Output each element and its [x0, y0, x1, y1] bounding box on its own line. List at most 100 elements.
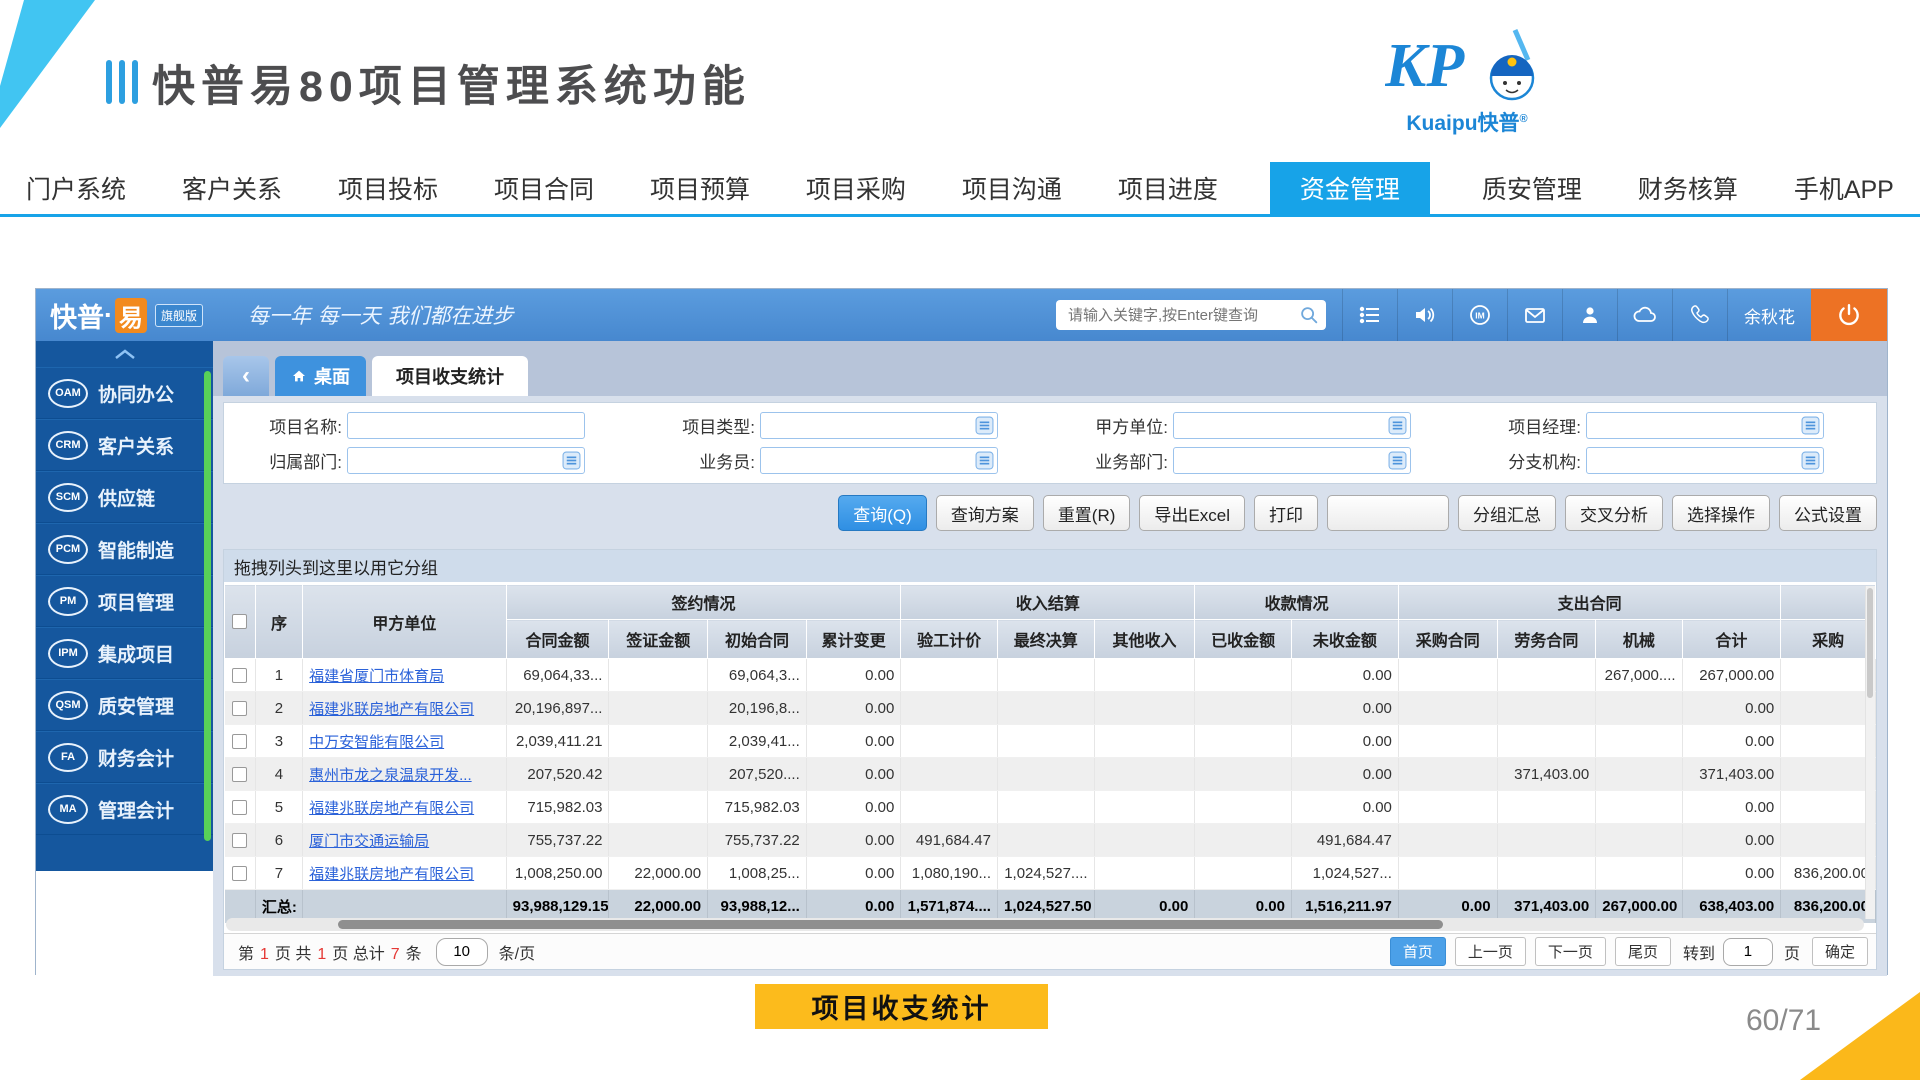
vertical-scrollbar[interactable] [1865, 586, 1875, 919]
column-header[interactable]: 初始合同 [708, 620, 807, 659]
column-group-header[interactable]: 收款情况 [1195, 585, 1399, 620]
toolbar-button[interactable] [1327, 495, 1449, 531]
filter-input[interactable] [347, 412, 585, 439]
filter-input[interactable] [1586, 447, 1824, 474]
toolbar-button[interactable]: 导出Excel [1139, 495, 1245, 531]
nav-tab[interactable]: 项目进度 [1114, 162, 1222, 214]
goto-page-input[interactable] [1723, 938, 1773, 966]
username[interactable]: 余秋花 [1727, 289, 1811, 341]
column-header[interactable]: 累计变更 [806, 620, 901, 659]
nav-tab[interactable]: 项目投标 [334, 162, 442, 214]
column-header[interactable]: 合计 [1682, 620, 1781, 659]
column-header[interactable]: 序 [255, 585, 302, 659]
toolbar-button[interactable]: 公式设置 [1779, 495, 1877, 531]
nav-tab[interactable]: 项目采购 [802, 162, 910, 214]
column-header[interactable]: 签证金额 [609, 620, 708, 659]
column-header[interactable]: 合同金额 [506, 620, 609, 659]
horizontal-scrollbar-thumb[interactable] [338, 920, 1443, 929]
sidebar-collapse-icon[interactable] [36, 341, 213, 367]
column-group-header[interactable]: 签约情况 [506, 585, 901, 620]
row-checkbox[interactable] [232, 668, 247, 683]
mail-icon[interactable] [1507, 289, 1562, 341]
pager-button[interactable]: 下一页 [1535, 937, 1606, 966]
row-checkbox[interactable] [232, 800, 247, 815]
column-header[interactable]: 采购 [1781, 620, 1876, 659]
filter-input[interactable] [1586, 412, 1824, 439]
lookup-icon[interactable] [975, 416, 994, 435]
column-header[interactable]: 采购合同 [1398, 620, 1497, 659]
company-link[interactable]: 福建省厦门市体育局 [309, 668, 444, 685]
sidebar-item[interactable]: IPM集成项目 [36, 627, 213, 679]
column-header[interactable]: 未收金额 [1291, 620, 1398, 659]
toolbar-button[interactable]: 重置(R) [1043, 495, 1131, 531]
lookup-icon[interactable] [1388, 451, 1407, 470]
im-icon[interactable]: IM [1452, 289, 1507, 341]
row-checkbox[interactable] [232, 833, 247, 848]
column-group-header[interactable]: 收入结算 [901, 585, 1195, 620]
filter-input[interactable] [1173, 412, 1411, 439]
toolbar-button[interactable]: 打印 [1254, 495, 1318, 531]
nav-tab[interactable]: 手机APP [1790, 162, 1898, 214]
user-icon[interactable] [1562, 289, 1617, 341]
nav-tab[interactable]: 客户关系 [178, 162, 286, 214]
row-checkbox[interactable] [232, 701, 247, 716]
column-header[interactable]: 已收金额 [1195, 620, 1292, 659]
row-checkbox[interactable] [232, 767, 247, 782]
page-size-input[interactable] [436, 938, 488, 966]
select-all-checkbox[interactable] [232, 614, 247, 629]
column-header[interactable]: 劳务合同 [1497, 620, 1596, 659]
speaker-icon[interactable] [1397, 289, 1452, 341]
toolbar-button[interactable]: 交叉分析 [1565, 495, 1663, 531]
nav-tab[interactable]: 项目沟通 [958, 162, 1066, 214]
nav-tab[interactable]: 质安管理 [1478, 162, 1586, 214]
sidebar-item[interactable]: FA财务会计 [36, 731, 213, 783]
search-icon[interactable] [1298, 304, 1320, 326]
filter-input[interactable] [760, 447, 998, 474]
lookup-icon[interactable] [1801, 451, 1820, 470]
row-checkbox[interactable] [232, 734, 247, 749]
toolbar-button[interactable]: 选择操作 [1672, 495, 1770, 531]
nav-tab[interactable]: 项目合同 [490, 162, 598, 214]
menu-list-icon[interactable] [1342, 289, 1397, 341]
column-header[interactable]: 机械 [1596, 620, 1682, 659]
sidebar-item[interactable]: QSM质安管理 [36, 679, 213, 731]
lookup-icon[interactable] [1388, 416, 1407, 435]
company-link[interactable]: 福建兆联房地产有限公司 [309, 866, 474, 883]
sidebar-item[interactable]: PCM智能制造 [36, 523, 213, 575]
pager-button[interactable]: 首页 [1390, 937, 1446, 966]
company-link[interactable]: 惠州市龙之泉温泉开发... [309, 767, 472, 784]
confirm-button[interactable]: 确定 [1812, 937, 1868, 966]
cloud-icon[interactable] [1617, 289, 1672, 341]
company-link[interactable]: 中万安智能有限公司 [309, 734, 444, 751]
nav-tab-active[interactable]: 资金管理 [1270, 162, 1430, 214]
tab-active[interactable]: 项目收支统计 [372, 356, 528, 396]
pager-button[interactable]: 尾页 [1615, 937, 1671, 966]
lookup-icon[interactable] [562, 451, 581, 470]
column-group-header[interactable] [1781, 585, 1876, 620]
sidebar-item[interactable]: CRM客户关系 [36, 419, 213, 471]
column-group-header[interactable]: 支出合同 [1398, 585, 1780, 620]
sidebar-item[interactable]: MA管理会计 [36, 783, 213, 835]
sidebar-scrollbar[interactable] [204, 371, 211, 841]
toolbar-button[interactable]: 查询(Q) [838, 495, 927, 531]
column-header[interactable]: 甲方单位 [303, 585, 507, 659]
toolbar-button[interactable]: 分组汇总 [1458, 495, 1556, 531]
nav-tab[interactable]: 项目预算 [646, 162, 754, 214]
company-link[interactable]: 福建兆联房地产有限公司 [309, 800, 474, 817]
phone-icon[interactable] [1672, 289, 1727, 341]
column-header[interactable]: 验工计价 [901, 620, 998, 659]
lookup-icon[interactable] [975, 451, 994, 470]
lookup-icon[interactable] [1801, 416, 1820, 435]
tab-desktop[interactable]: 桌面 [275, 356, 366, 396]
row-checkbox[interactable] [232, 866, 247, 881]
company-link[interactable]: 厦门市交通运输局 [309, 833, 429, 850]
pager-button[interactable]: 上一页 [1455, 937, 1526, 966]
nav-tab[interactable]: 财务核算 [1634, 162, 1742, 214]
sidebar-item[interactable]: OAM协同办公 [36, 367, 213, 419]
filter-input[interactable] [1173, 447, 1411, 474]
company-link[interactable]: 福建兆联房地产有限公司 [309, 701, 474, 718]
nav-tab[interactable]: 门户系统 [22, 162, 130, 214]
back-button[interactable]: ‹ [223, 356, 269, 396]
search-input[interactable] [1066, 306, 1298, 325]
sidebar-item[interactable]: SCM供应链 [36, 471, 213, 523]
